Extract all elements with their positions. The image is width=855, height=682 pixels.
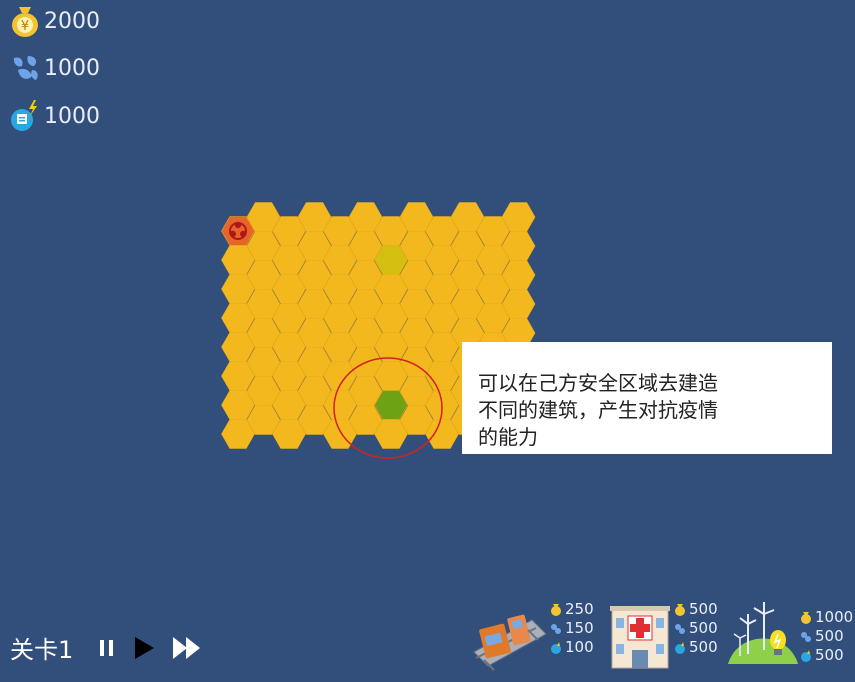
money-bag-icon bbox=[551, 604, 561, 616]
pause-button[interactable] bbox=[97, 637, 117, 659]
water-drops-icon bbox=[551, 623, 561, 634]
hospital-money-cost: 500 bbox=[689, 600, 718, 618]
wind-money-cost: 1000 bbox=[815, 608, 854, 626]
hospital-building-icon bbox=[610, 606, 670, 669]
water-drops-icon bbox=[675, 623, 685, 634]
tooltip-line: 的能力 bbox=[478, 425, 538, 449]
factory-money-cost: 250 bbox=[565, 600, 594, 618]
wind-power-costs: 1000 500 500 bbox=[800, 608, 853, 665]
hex-board[interactable] bbox=[0, 0, 855, 682]
hospital-water-cost: 500 bbox=[689, 619, 718, 637]
hospital-power-cost: 500 bbox=[689, 638, 718, 656]
wind-water-cost: 500 bbox=[815, 627, 844, 645]
play-button[interactable] bbox=[131, 635, 157, 661]
tooltip-line: 不同的建筑，产生对抗疫情 bbox=[478, 398, 718, 422]
shop-item-wind-power[interactable]: 1000 500 500 bbox=[728, 600, 853, 672]
wind-power-cost: 500 bbox=[815, 646, 844, 664]
shop-item-factory[interactable]: 250 150 100 bbox=[470, 600, 594, 672]
power-plug-icon bbox=[551, 641, 561, 654]
wind-power-building-icon bbox=[728, 602, 798, 664]
level-label: 关卡1 bbox=[10, 636, 74, 664]
fast-forward-button[interactable] bbox=[171, 635, 203, 661]
money-bag-icon bbox=[801, 612, 811, 624]
tooltip-line: 可以在己方安全区域去建造 bbox=[478, 371, 718, 395]
power-plug-icon bbox=[801, 649, 811, 662]
level-controls: 关卡1 bbox=[10, 630, 203, 665]
tutorial-tooltip: 可以在己方安全区域去建造 不同的建筑，产生对抗疫情 的能力 bbox=[462, 342, 832, 454]
factory-water-cost: 150 bbox=[565, 619, 594, 637]
shop-item-hospital[interactable]: 500 500 500 bbox=[608, 600, 718, 672]
factory-building-icon bbox=[473, 614, 547, 671]
power-plug-icon bbox=[675, 641, 685, 654]
water-drops-icon bbox=[801, 631, 811, 642]
money-bag-icon bbox=[675, 604, 685, 616]
factory-costs: 250 150 100 bbox=[550, 600, 594, 657]
hospital-costs: 500 500 500 bbox=[674, 600, 718, 657]
factory-power-cost: 100 bbox=[565, 638, 594, 656]
